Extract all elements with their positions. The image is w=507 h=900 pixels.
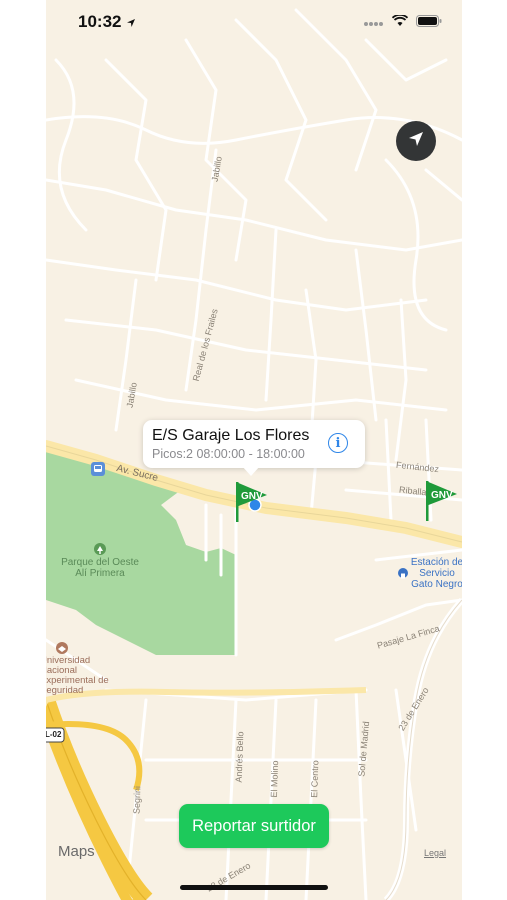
gas-station-poi-label: Estación de Servicio Gato Negro bbox=[402, 557, 462, 590]
gnv-marker[interactable]: GNV bbox=[426, 480, 460, 522]
locate-me-button[interactable] bbox=[396, 121, 436, 161]
station-label-line2: Servicio bbox=[419, 568, 455, 579]
street-label-el-centro: El Centro bbox=[309, 760, 321, 798]
street-label-segrini: Segrini bbox=[131, 785, 143, 815]
status-indicators bbox=[364, 13, 442, 32]
station-callout[interactable]: E/S Garaje Los Flores Picos:2 08:00:00 -… bbox=[143, 420, 365, 468]
signal-dots-icon bbox=[364, 14, 384, 32]
park-label-line1: Parque del Oeste bbox=[61, 557, 139, 568]
info-icon[interactable]: i bbox=[328, 433, 348, 453]
station-label-line1: Estación de bbox=[410, 557, 462, 568]
maps-attribution[interactable]: Maps bbox=[56, 843, 95, 860]
university-icon[interactable] bbox=[56, 642, 68, 654]
highway-shield-label: L-02 bbox=[46, 730, 62, 739]
park-label: Parque del Oeste Alí Primera bbox=[58, 557, 142, 579]
navigation-arrow-icon bbox=[406, 129, 426, 154]
callout-title: E/S Garaje Los Flores bbox=[152, 427, 310, 444]
gnv-marker-label: GNV bbox=[431, 490, 453, 501]
status-bar: 10:32 bbox=[46, 0, 462, 44]
home-indicator bbox=[180, 885, 328, 890]
university-label: Universidad Nacional Experimental de Seg… bbox=[46, 656, 109, 696]
callout-subtitle: Picos:2 08:00:00 - 18:00:00 bbox=[152, 447, 305, 461]
callout-tail bbox=[242, 466, 260, 476]
status-time: 10:32 bbox=[78, 12, 122, 31]
bus-stop-icon[interactable] bbox=[91, 462, 105, 476]
gnv-marker-selected[interactable]: GNV bbox=[236, 481, 270, 523]
legal-link[interactable]: Legal bbox=[424, 848, 446, 858]
battery-icon bbox=[416, 14, 442, 32]
street-label-andres-bello: Andrés Bello bbox=[233, 731, 246, 783]
park-label-line2: Alí Primera bbox=[75, 568, 125, 579]
university-label-line4: Seguridad bbox=[46, 685, 84, 696]
wifi-icon bbox=[391, 13, 409, 32]
location-arrow-icon bbox=[126, 15, 136, 33]
park-icon[interactable] bbox=[94, 543, 106, 555]
maps-label: Maps bbox=[58, 843, 95, 860]
gnv-marker-selected-label: GNV bbox=[241, 491, 263, 502]
station-label-line3: Gato Negro bbox=[411, 579, 462, 590]
report-dispenser-button[interactable]: Reportar surtidor bbox=[179, 804, 329, 848]
app-screen: Av. Sucre Fernández Riballa Jabillo Jabi… bbox=[46, 0, 462, 900]
street-label-el-molino: El Molino bbox=[268, 760, 281, 798]
